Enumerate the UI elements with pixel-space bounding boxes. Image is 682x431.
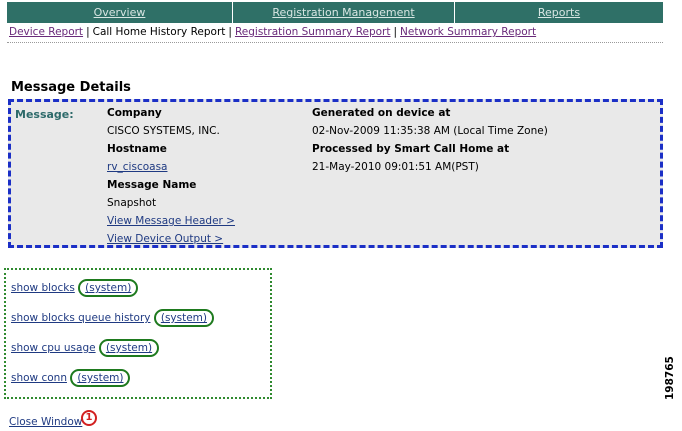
- top-navigation: Overview Registration Management Reports: [7, 2, 663, 23]
- generated-value: 02-Nov-2009 11:35:38 AM (Local Time Zone…: [312, 125, 548, 137]
- command-item: show blocks queue history (system): [11, 309, 214, 327]
- message-details-box: Message: Company CISCO SYSTEMS, INC. Hos…: [8, 99, 663, 248]
- command-item: show conn (system): [11, 369, 131, 387]
- tab-reports[interactable]: Reports: [455, 2, 663, 23]
- command-context-link[interactable]: (system): [98, 339, 160, 357]
- command-link[interactable]: show blocks: [11, 282, 75, 294]
- subnav-device-report[interactable]: Device Report: [9, 26, 83, 38]
- page-title: Message Details: [11, 80, 131, 95]
- company-label: Company: [107, 107, 162, 119]
- hostname-link[interactable]: rv_ciscoasa: [107, 161, 167, 173]
- message-name-value: Snapshot: [107, 197, 157, 209]
- subnav-divider: [7, 42, 663, 43]
- report-subnav: Device Report | Call Home History Report | R…: [9, 26, 537, 38]
- command-link[interactable]: show blocks queue history: [11, 312, 151, 324]
- commands-box: show blocks (system) show blocks queue h…: [4, 268, 272, 399]
- tab-registration-management[interactable]: Registration Management: [233, 2, 455, 23]
- callout-marker: 1: [81, 410, 97, 426]
- close-window-link[interactable]: Close Window: [9, 416, 82, 428]
- subnav-network-summary-report[interactable]: Network Summary Report: [400, 26, 536, 38]
- command-link[interactable]: show conn: [11, 372, 67, 384]
- processed-value: 21-May-2010 09:01:51 AM(PST): [312, 161, 479, 173]
- message-name-label: Message Name: [107, 179, 197, 191]
- view-message-header-link[interactable]: View Message Header >: [107, 215, 235, 227]
- command-context-link[interactable]: (system): [153, 309, 214, 327]
- command-context-link[interactable]: (system): [70, 369, 131, 387]
- hostname-label: Hostname: [107, 143, 167, 155]
- generated-label: Generated on device at: [312, 107, 451, 119]
- message-label: Message:: [15, 108, 74, 121]
- command-item: show cpu usage (system): [11, 339, 160, 357]
- subnav-call-home-history-report: Call Home History Report: [92, 26, 226, 38]
- subnav-registration-summary-report[interactable]: Registration Summary Report: [235, 26, 391, 38]
- command-item: show blocks (system): [11, 279, 139, 297]
- command-context-link[interactable]: (system): [78, 279, 139, 297]
- tab-overview[interactable]: Overview: [7, 2, 233, 23]
- command-link[interactable]: show cpu usage: [11, 342, 96, 354]
- processed-label: Processed by Smart Call Home at: [312, 143, 510, 155]
- view-device-output-link[interactable]: View Device Output >: [107, 233, 223, 245]
- company-value: CISCO SYSTEMS, INC.: [107, 125, 220, 137]
- figure-number: 198765: [664, 356, 676, 400]
